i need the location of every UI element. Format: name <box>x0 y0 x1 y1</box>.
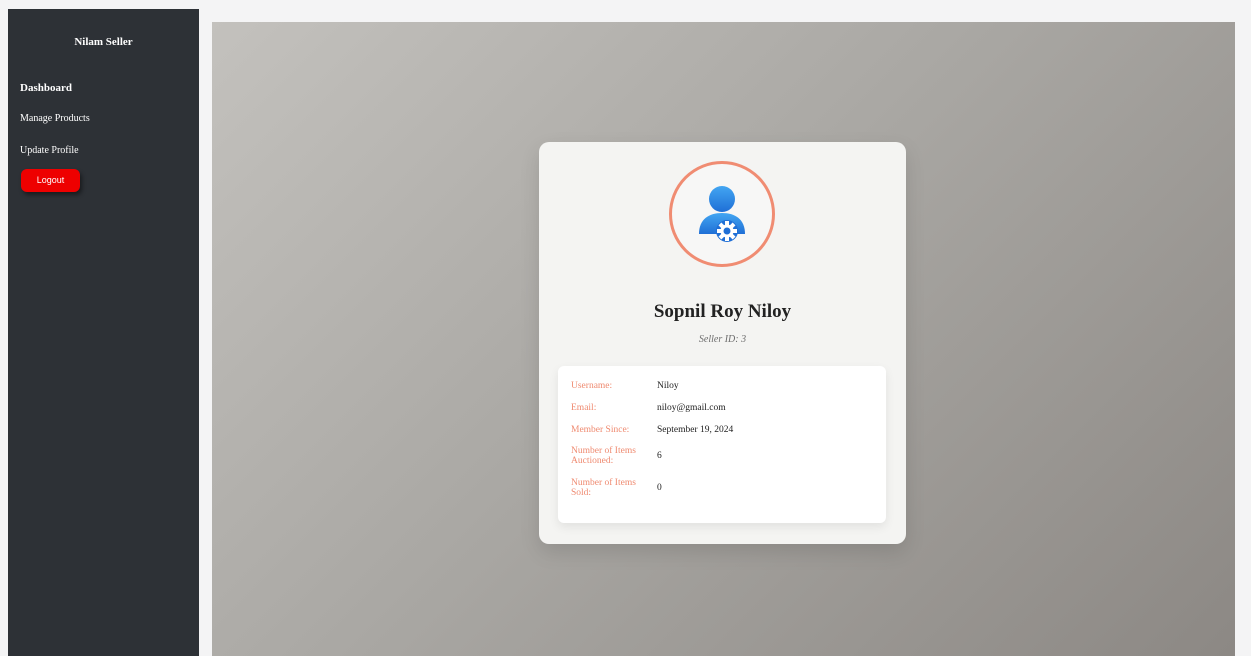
detail-value: September 19, 2024 <box>657 425 734 435</box>
sidebar-item-manage-products[interactable]: Manage Products <box>20 113 90 124</box>
detail-label: Number of Items Auctioned: <box>571 446 636 466</box>
sidebar: Nilam Seller Dashboard Manage Products U… <box>8 9 199 656</box>
sidebar-item-dashboard[interactable]: Dashboard <box>20 82 72 94</box>
brand-title: Nilam Seller <box>74 36 133 48</box>
detail-value: niloy@gmail.com <box>657 403 726 413</box>
avatar <box>669 161 775 267</box>
seller-id-value: 3 <box>741 334 747 345</box>
profile-details: Username: Niloy Email: niloy@gmail.com M… <box>558 366 886 523</box>
detail-label: Number of Items Sold: <box>571 478 636 498</box>
logout-button[interactable]: Logout <box>21 169 80 192</box>
sidebar-item-update-profile[interactable]: Update Profile <box>20 145 79 156</box>
detail-label: Username: <box>571 381 613 391</box>
seller-id-label: Seller ID: <box>698 334 739 345</box>
detail-value: Niloy <box>657 381 679 391</box>
detail-value: 6 <box>657 451 662 461</box>
seller-name: Sopnil Roy Niloy <box>653 301 792 322</box>
detail-label: Member Since: <box>571 425 630 435</box>
detail-value: 0 <box>657 483 662 493</box>
profile-card: Sopnil Roy Niloy Seller ID: 3 Username: … <box>539 142 906 544</box>
user-gear-icon <box>699 186 745 242</box>
detail-label: Email: <box>571 403 597 413</box>
seller-id: Seller ID: 3 <box>539 334 906 345</box>
